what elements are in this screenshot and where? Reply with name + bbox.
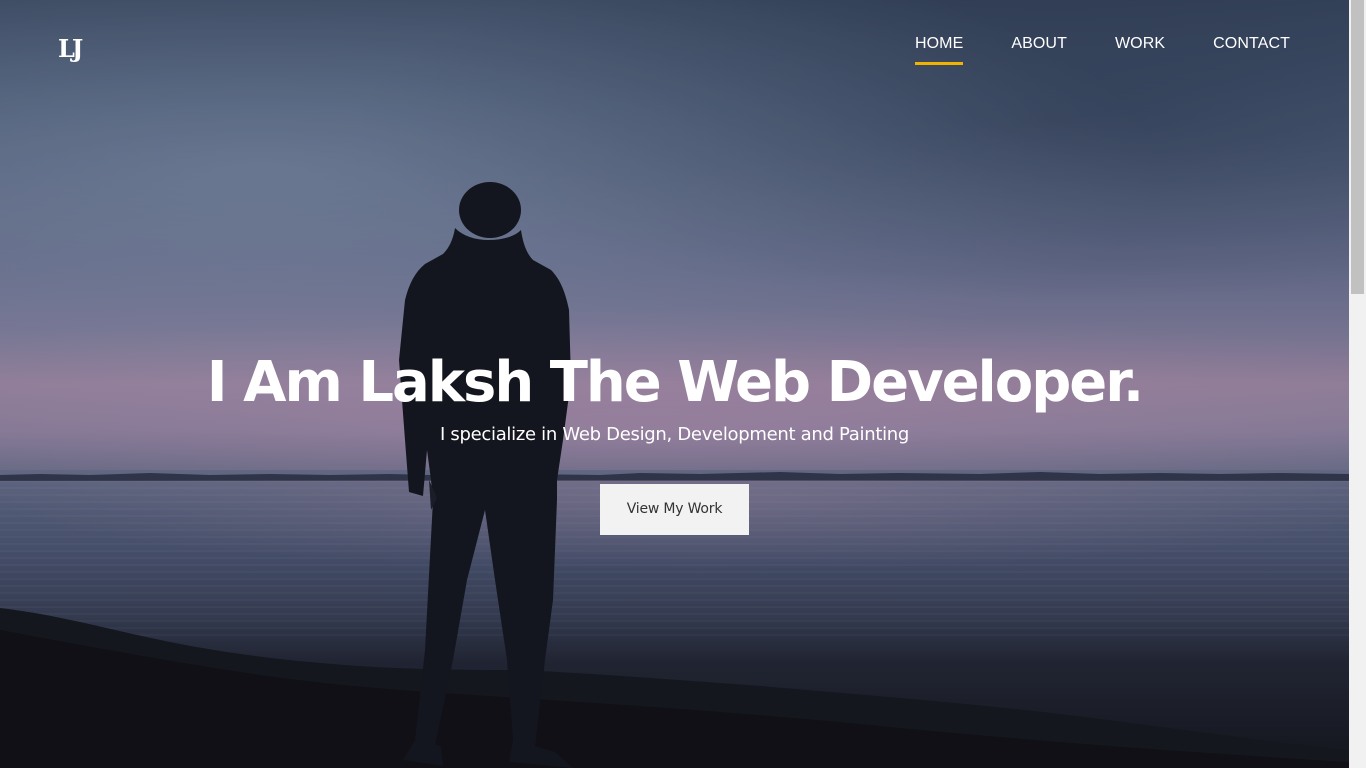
site-logo[interactable]: LJ <box>58 34 83 64</box>
nav-item-about[interactable]: ABOUT <box>1011 34 1067 54</box>
nav-item-work[interactable]: WORK <box>1115 34 1165 54</box>
nav-item-home[interactable]: HOME <box>914 34 964 65</box>
nav-menu: HOME ABOUT WORK CONTACT <box>914 34 1290 65</box>
hero-content: I Am Laksh The Web Developer. I speciali… <box>0 345 1349 535</box>
page: LJ HOME ABOUT WORK CONTACT I Am Laksh Th… <box>0 0 1366 768</box>
top-navbar: LJ HOME ABOUT WORK CONTACT <box>0 0 1349 90</box>
view-my-work-button[interactable]: View My Work <box>600 484 749 535</box>
hero-section: LJ HOME ABOUT WORK CONTACT I Am Laksh Th… <box>0 0 1349 768</box>
hero-tagline: I specialize in Web Design, Development … <box>439 424 910 445</box>
scrollbar-thumb[interactable] <box>1351 0 1364 294</box>
hero-headline: I Am Laksh The Web Developer. <box>206 350 1144 415</box>
nav-item-contact[interactable]: CONTACT <box>1213 34 1290 54</box>
vertical-scrollbar[interactable] <box>1349 0 1366 768</box>
